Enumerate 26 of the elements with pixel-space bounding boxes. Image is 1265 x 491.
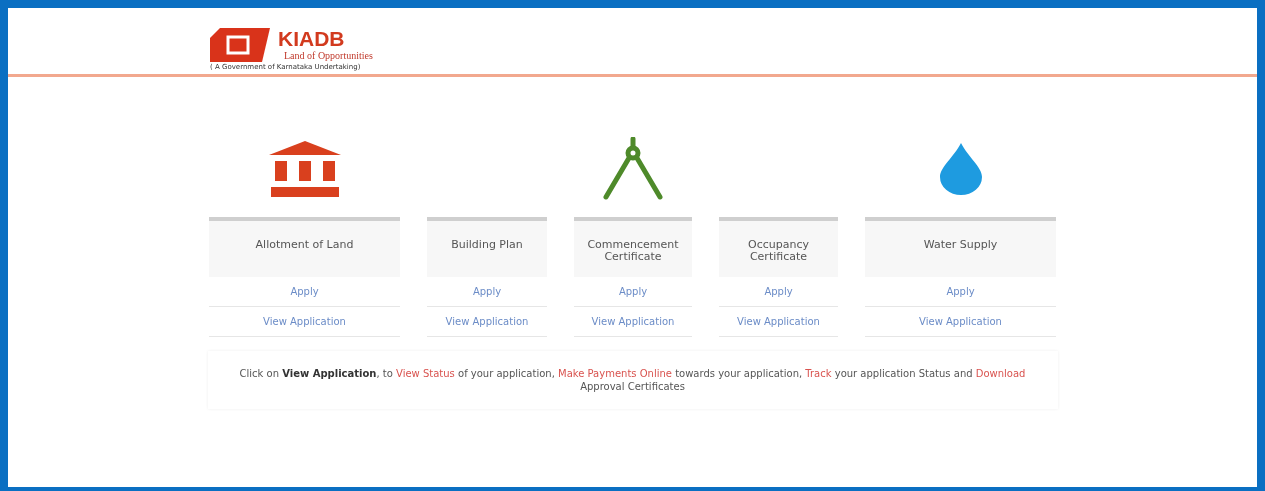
info-link[interactable]: View Status (396, 368, 455, 379)
apply-link[interactable]: Apply (209, 277, 400, 307)
logo-icon (210, 28, 270, 62)
service-title: Building Plan (451, 239, 523, 253)
service-title: Occupancy Certificate (747, 239, 810, 265)
view-application-link[interactable]: View Application (719, 307, 838, 337)
info-link[interactable]: Track (805, 368, 832, 379)
logo-tagline: Land of Opportunities (284, 50, 373, 62)
logo-name: KIADB (278, 28, 346, 50)
view-application-link[interactable]: View Application (574, 307, 692, 337)
service-title: Allotment of Land (255, 239, 354, 253)
apply-link[interactable]: Apply (574, 277, 692, 307)
apply-link[interactable]: Apply (865, 277, 1056, 307)
info-link[interactable]: Download (975, 368, 1026, 379)
info-text: Click on View Application, to View Status of your application, Make Payments Online towards your application, Track your application Status and Download Approval Certificates (207, 351, 1058, 409)
apply-link[interactable]: Apply (719, 277, 838, 307)
view-application-link[interactable]: View Application (427, 307, 547, 337)
view-application-link[interactable]: View Application (865, 307, 1056, 337)
info-link[interactable]: Make Payments Online (558, 368, 672, 379)
water-drop-icon (937, 143, 984, 195)
service-title: Commencement Certificate (586, 239, 680, 265)
compass-icon (602, 137, 664, 201)
view-application-link[interactable]: View Application (209, 307, 400, 337)
bank-icon (268, 141, 341, 197)
service-title: Water Supply (923, 239, 998, 253)
apply-link[interactable]: Apply (427, 277, 547, 307)
